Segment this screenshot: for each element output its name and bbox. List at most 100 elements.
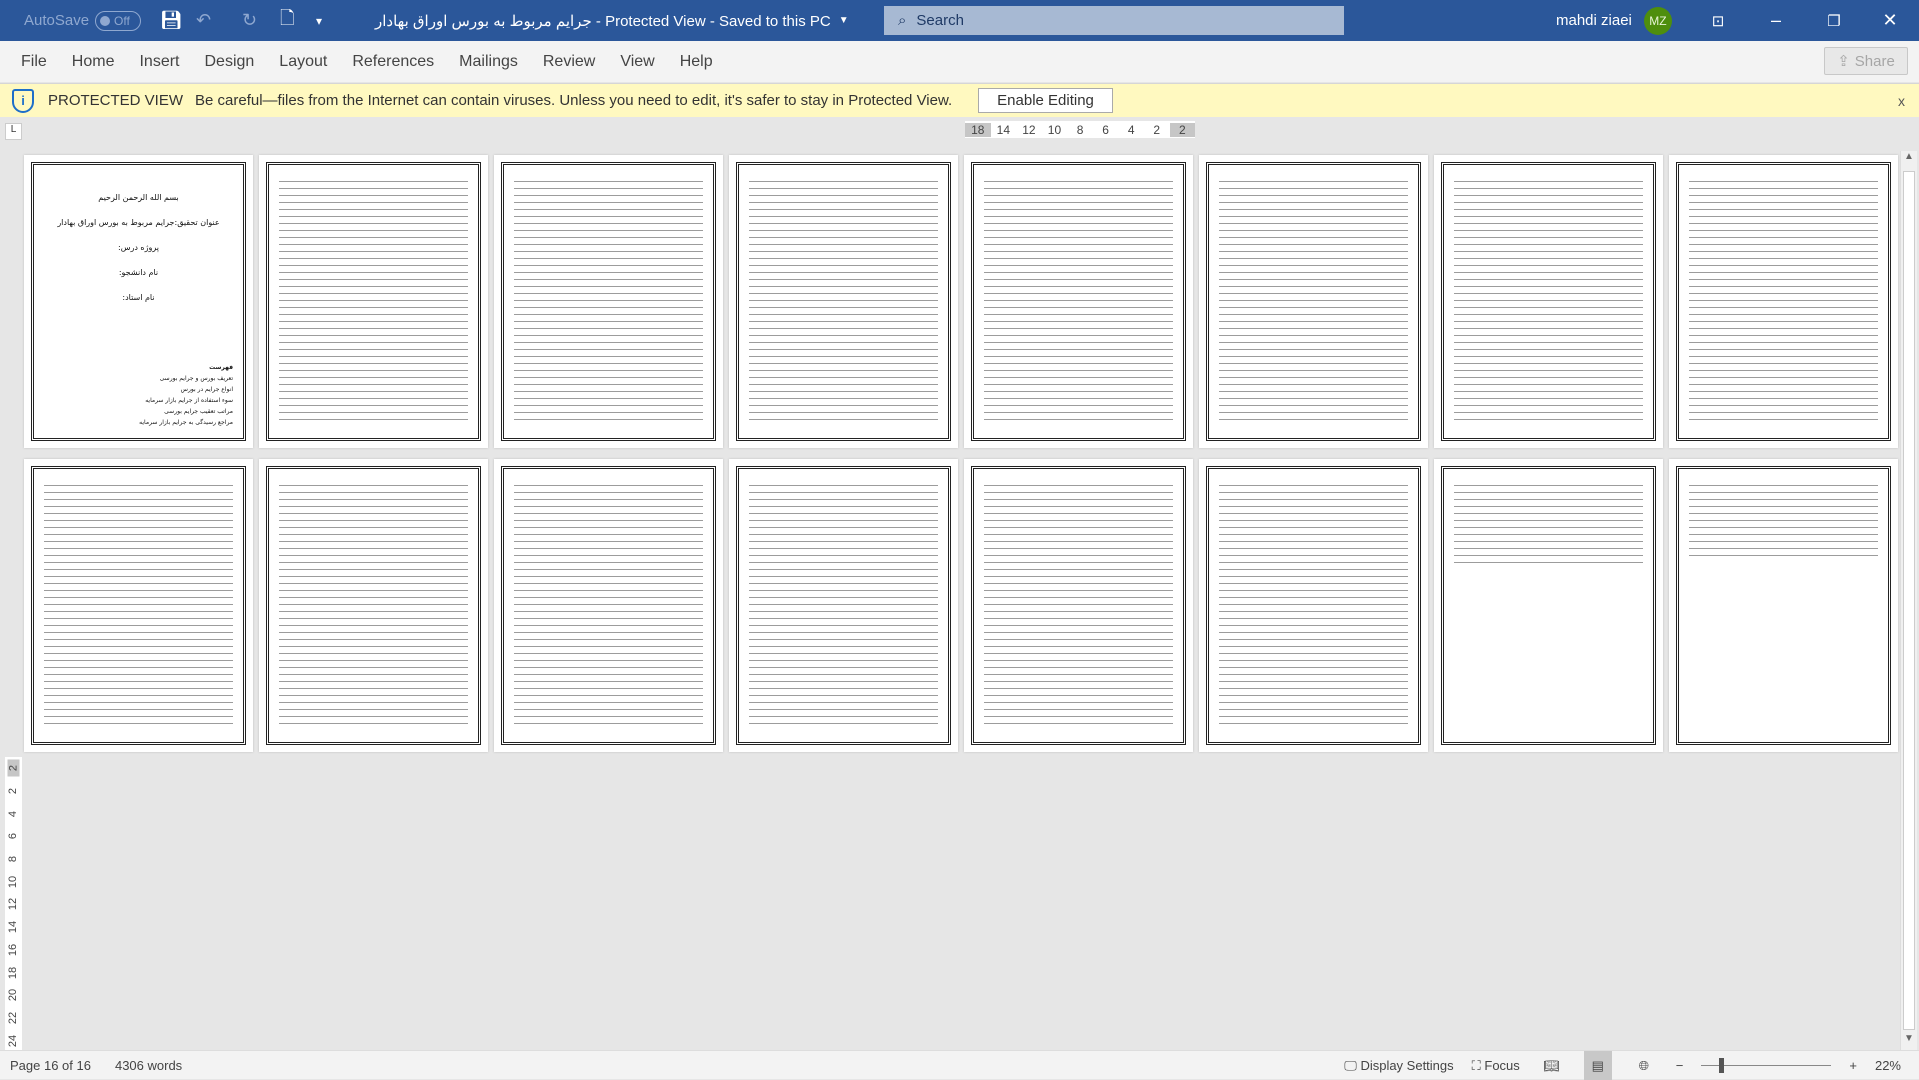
tab-mailings[interactable]: Mailings bbox=[459, 53, 518, 71]
ruler-tick-label: 18 bbox=[7, 966, 20, 979]
customize-toolbar-icon[interactable]: ▾ bbox=[316, 0, 322, 41]
zoom-level[interactable]: 22% bbox=[1875, 1058, 1901, 1073]
tab-design[interactable]: Design bbox=[204, 53, 254, 71]
tab-home[interactable]: Home bbox=[72, 53, 115, 71]
page-thumbnail[interactable] bbox=[494, 459, 723, 752]
page-border bbox=[971, 466, 1186, 745]
page-border bbox=[1676, 162, 1891, 441]
toc-item: تعریف بورس و جرایم بورسی bbox=[159, 375, 233, 382]
undo-icon[interactable]: ↶ bbox=[196, 0, 211, 41]
zoom-in-icon[interactable]: + bbox=[1849, 1058, 1857, 1073]
tab-view[interactable]: View bbox=[620, 53, 654, 71]
ruler-tick-label: 14 bbox=[996, 122, 1011, 137]
scroll-down-icon[interactable]: ▼ bbox=[1901, 1033, 1917, 1050]
ruler-tick-label: 4 bbox=[7, 810, 20, 817]
enable-editing-button[interactable]: Enable Editing bbox=[978, 88, 1113, 113]
page-count[interactable]: Page 16 of 16 bbox=[10, 1058, 91, 1073]
scroll-up-icon[interactable]: ▲ bbox=[1901, 151, 1917, 168]
title-bar: AutoSave Off 💾︎ ↶ ↻ 🗋 ▾ جرایم مربوط به بو… bbox=[0, 0, 1919, 41]
page-thumbnail[interactable] bbox=[494, 155, 723, 448]
ruler-scale[interactable]: 18 14 12 10 8 6 4 2 2 bbox=[965, 121, 1196, 138]
ruler-tick-label: 2 bbox=[1153, 122, 1161, 137]
tab-layout[interactable]: Layout bbox=[279, 53, 327, 71]
page-thumbnail[interactable]: بسم الله الرحمن الرحیم عنوان تحقیق:جرایم … bbox=[24, 155, 253, 448]
page-text-lines bbox=[279, 481, 468, 730]
close-bar-icon[interactable]: x bbox=[1898, 93, 1905, 109]
tab-help[interactable]: Help bbox=[680, 53, 713, 71]
vertical-ruler[interactable]: 2 2 4 6 8 10 12 14 16 18 20 22 24 bbox=[5, 757, 22, 1052]
page-thumbnail[interactable] bbox=[259, 459, 488, 752]
zoom-out-icon[interactable]: − bbox=[1676, 1058, 1684, 1073]
page-text-lines bbox=[1454, 481, 1643, 569]
zoom-slider[interactable] bbox=[1701, 1058, 1832, 1073]
display-settings-icon: 🖵︎ bbox=[1344, 1057, 1361, 1073]
ruler-tick-label: 12 bbox=[1022, 122, 1036, 137]
page-text-lines bbox=[984, 481, 1173, 730]
redo-icon[interactable]: ↻ bbox=[242, 0, 257, 41]
document-title[interactable]: جرایم مربوط به بورس اوراق بهادار - Prote… bbox=[375, 0, 849, 41]
page-border bbox=[501, 466, 716, 745]
document-area[interactable]: بسم الله الرحمن الرحیم عنوان تحقیق:جرایم … bbox=[22, 143, 1900, 1050]
close-icon[interactable]: ✕ bbox=[1862, 0, 1918, 41]
minimize-icon[interactable]: – bbox=[1748, 0, 1804, 41]
horizontal-ruler: L 18 14 12 10 8 6 4 2 2 bbox=[0, 117, 1919, 143]
focus-button[interactable]: ⛶ Focus bbox=[1472, 1058, 1520, 1074]
page-thumbnail[interactable] bbox=[24, 459, 253, 752]
vertical-scrollbar[interactable]: ▲ ▼ bbox=[1900, 151, 1917, 1050]
page-thumbnail[interactable] bbox=[729, 459, 958, 752]
page-title-line: نام دانشجو: bbox=[118, 268, 159, 277]
page-text-lines bbox=[749, 481, 938, 730]
share-label: Share bbox=[1854, 52, 1895, 70]
chevron-down-icon: ▼ bbox=[838, 15, 849, 26]
restore-icon[interactable]: ❐ bbox=[1806, 0, 1862, 41]
web-layout-icon[interactable]: 🌐︎ bbox=[1630, 1051, 1658, 1080]
ribbon-tabs: File Home Insert Design Layout Reference… bbox=[0, 41, 1919, 82]
page-border bbox=[501, 162, 716, 441]
pages-container: بسم الله الرحمن الرحیم عنوان تحقیق:جرایم … bbox=[22, 143, 1900, 752]
page-thumbnail[interactable] bbox=[259, 155, 488, 448]
share-button[interactable]: ⇪ Share bbox=[1824, 47, 1908, 75]
ribbon-display-icon[interactable]: ⊡ bbox=[1690, 0, 1746, 41]
page-text-lines bbox=[1689, 177, 1878, 426]
read-mode-icon[interactable]: 📖︎ bbox=[1538, 1051, 1566, 1080]
share-icon: ⇪ bbox=[1837, 53, 1850, 70]
tab-insert[interactable]: Insert bbox=[139, 53, 179, 71]
page-border bbox=[1206, 162, 1421, 441]
page-border bbox=[736, 162, 951, 441]
toc-item: سوء استفاده از جرایم بازار سرمایه bbox=[145, 397, 233, 404]
page-thumbnail[interactable] bbox=[1199, 155, 1428, 448]
user-name: mahdi ziaei bbox=[1556, 12, 1632, 29]
display-settings-button[interactable]: 🖵︎ Display Settings bbox=[1344, 1058, 1453, 1074]
page-title-line: عنوان تحقیق:جرایم مربوط به بورس اوراق به… bbox=[57, 218, 220, 227]
scroll-thumb[interactable] bbox=[1903, 171, 1915, 1030]
page-thumbnail[interactable] bbox=[1434, 155, 1663, 448]
tab-review[interactable]: Review bbox=[543, 53, 595, 71]
tab-references[interactable]: References bbox=[352, 53, 434, 71]
new-document-icon[interactable]: 🗋 bbox=[280, 0, 294, 41]
account[interactable]: mahdi ziaei MZ bbox=[1556, 0, 1672, 41]
page-text-lines bbox=[1219, 177, 1408, 426]
page-text-lines bbox=[514, 177, 703, 426]
page-thumbnail[interactable] bbox=[729, 155, 958, 448]
avatar[interactable]: MZ bbox=[1643, 6, 1672, 35]
page-thumbnail[interactable] bbox=[1669, 155, 1898, 448]
page-thumbnail[interactable] bbox=[964, 155, 1193, 448]
page-thumbnail[interactable] bbox=[964, 459, 1193, 752]
search-box[interactable]: ⌕ Search bbox=[884, 6, 1344, 35]
page-text-lines bbox=[984, 177, 1173, 426]
save-icon[interactable]: 💾︎ bbox=[160, 0, 183, 41]
page-thumbnail[interactable] bbox=[1434, 459, 1663, 752]
page-thumbnail[interactable] bbox=[1669, 459, 1898, 752]
toc-title: فهرست bbox=[209, 364, 233, 371]
print-layout-icon[interactable]: ▤ bbox=[1583, 1051, 1612, 1080]
page-border bbox=[1676, 466, 1891, 745]
autosave-toggle[interactable]: AutoSave Off bbox=[24, 0, 142, 41]
tab-selector[interactable]: L bbox=[5, 123, 22, 140]
page-border: بسم الله الرحمن الرحیم عنوان تحقیق:جرایم … bbox=[31, 162, 246, 441]
page-title-line: نام استاد: bbox=[122, 293, 155, 302]
search-placeholder: Search bbox=[916, 12, 964, 29]
tab-file[interactable]: File bbox=[21, 53, 47, 71]
page-thumbnail[interactable] bbox=[1199, 459, 1428, 752]
word-count[interactable]: 4306 words bbox=[115, 1058, 182, 1073]
page-border bbox=[266, 466, 481, 745]
